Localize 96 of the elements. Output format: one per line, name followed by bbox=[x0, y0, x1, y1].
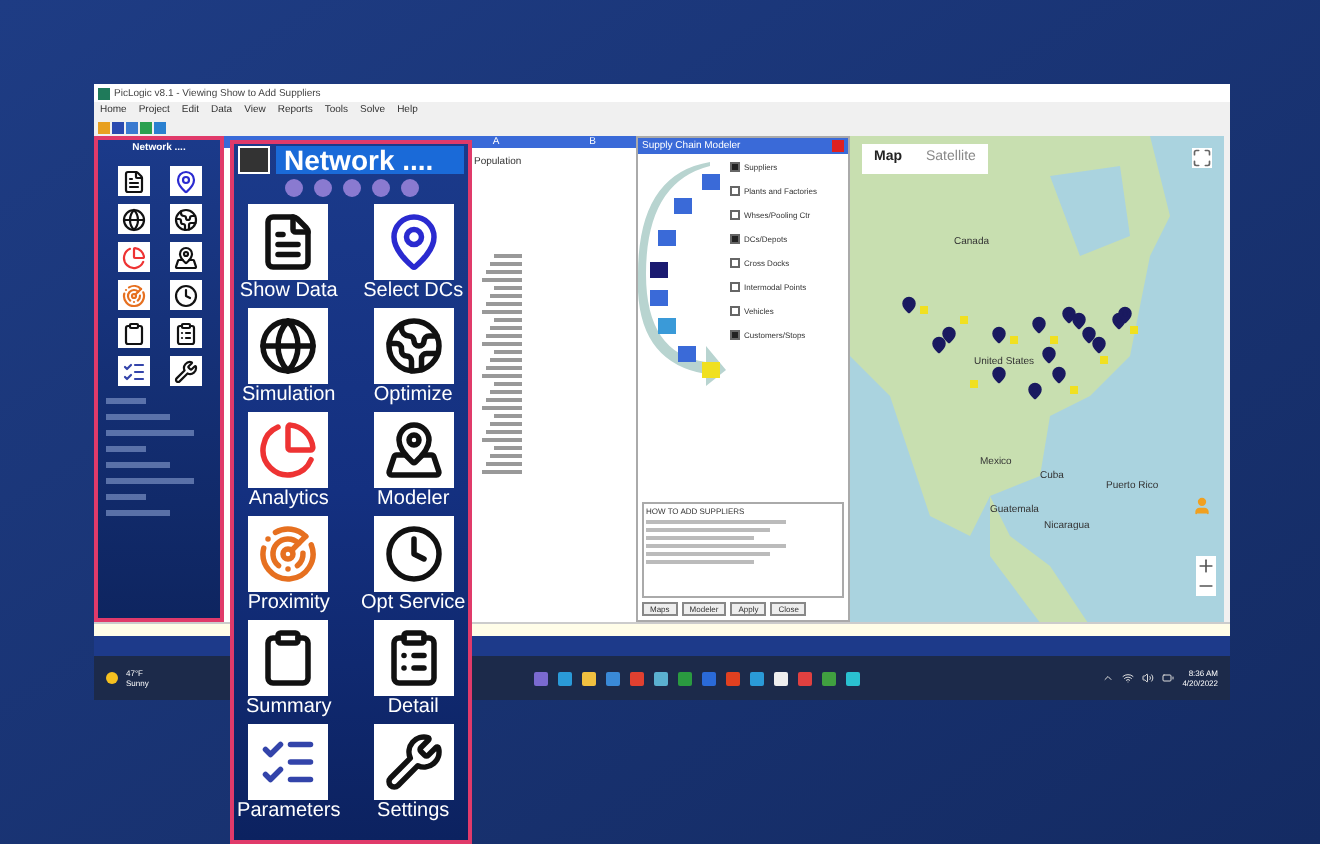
tile-label[interactable]: Select DCs bbox=[363, 280, 464, 304]
customer-marker bbox=[960, 316, 968, 324]
location-pin-icon[interactable] bbox=[1040, 346, 1058, 364]
layer-checkbox[interactable] bbox=[730, 234, 740, 244]
tile-label[interactable]: Analytics bbox=[248, 488, 329, 512]
layer-checkbox[interactable] bbox=[730, 330, 740, 340]
tile-button[interactable] bbox=[169, 166, 201, 196]
globe-icon bbox=[121, 207, 145, 231]
tile-label[interactable]: Modeler bbox=[377, 488, 450, 512]
tile-button[interactable] bbox=[117, 204, 149, 234]
panel-title: Network .... bbox=[276, 146, 464, 174]
app-logo bbox=[238, 146, 270, 174]
tile-button[interactable] bbox=[248, 620, 329, 696]
radar-icon bbox=[121, 283, 145, 307]
location-pin-icon[interactable] bbox=[1090, 336, 1108, 354]
tile-button[interactable] bbox=[169, 356, 201, 386]
tile-button[interactable] bbox=[248, 724, 329, 800]
customer-marker bbox=[970, 380, 978, 388]
location-pin-icon[interactable] bbox=[1050, 366, 1068, 384]
layer-checkbox[interactable] bbox=[730, 282, 740, 292]
tile-label[interactable]: Simulation bbox=[242, 384, 336, 408]
tile-label[interactable]: Opt Service bbox=[361, 592, 466, 616]
layer-checkbox[interactable] bbox=[730, 162, 740, 172]
location-pin-icon[interactable] bbox=[1080, 326, 1098, 344]
customer-marker bbox=[920, 306, 928, 314]
wifi-icon[interactable] bbox=[1122, 672, 1135, 684]
tile-button[interactable] bbox=[117, 242, 149, 272]
tile-label[interactable]: Settings bbox=[377, 800, 450, 824]
tile-button[interactable] bbox=[373, 516, 454, 592]
wrench-icon bbox=[173, 359, 197, 383]
tile-button[interactable] bbox=[248, 516, 329, 592]
layer-checkbox[interactable] bbox=[730, 306, 740, 316]
battery-icon[interactable] bbox=[1162, 672, 1175, 684]
tile-button[interactable] bbox=[373, 724, 454, 800]
location-pin-icon[interactable] bbox=[940, 326, 958, 344]
tile-button[interactable] bbox=[373, 308, 454, 384]
radar-icon bbox=[258, 524, 319, 584]
location-pin-icon[interactable] bbox=[930, 336, 948, 354]
tile-button[interactable] bbox=[169, 318, 201, 348]
page-dots-drawing bbox=[281, 178, 421, 198]
layer-checkbox[interactable] bbox=[730, 186, 740, 196]
tile-button[interactable] bbox=[169, 280, 201, 310]
tile-button[interactable] bbox=[169, 242, 201, 272]
customer-marker bbox=[1010, 336, 1018, 344]
location-pin-icon[interactable] bbox=[990, 326, 1008, 344]
clipboard-icon bbox=[121, 321, 145, 345]
tile-button[interactable] bbox=[373, 204, 454, 280]
pie-chart-icon bbox=[258, 420, 319, 480]
location-pin-icon[interactable] bbox=[1030, 316, 1048, 334]
map-pins-icon bbox=[173, 245, 197, 269]
sun-icon bbox=[106, 672, 118, 684]
tile-button[interactable] bbox=[117, 356, 149, 386]
tile-label[interactable]: Show Data bbox=[239, 280, 338, 304]
clock-icon bbox=[173, 283, 197, 307]
fullscreen-icon[interactable] bbox=[1192, 148, 1212, 168]
earth-icon bbox=[173, 207, 197, 231]
tile-button[interactable] bbox=[117, 280, 149, 310]
location-pin-icon[interactable] bbox=[990, 366, 1008, 384]
chevron-up-icon[interactable] bbox=[1102, 672, 1115, 684]
layer-checkbox[interactable] bbox=[730, 210, 740, 220]
layer-checkbox[interactable] bbox=[730, 258, 740, 268]
bay-water-shape bbox=[1050, 166, 1130, 256]
app-icon bbox=[98, 87, 110, 99]
customer-marker bbox=[1130, 326, 1138, 334]
volume-icon[interactable] bbox=[1142, 672, 1155, 684]
clipboard-list-icon bbox=[173, 321, 197, 345]
tile-button[interactable] bbox=[117, 318, 149, 348]
tile-label[interactable]: Summary bbox=[245, 696, 332, 720]
customer-marker bbox=[1050, 336, 1058, 344]
zoom-in-icon[interactable] bbox=[1196, 556, 1216, 576]
map-pins-icon bbox=[383, 420, 444, 480]
document-icon bbox=[121, 169, 145, 193]
location-pin-icon[interactable] bbox=[1116, 306, 1134, 324]
tile-label[interactable]: Optimize bbox=[373, 384, 453, 408]
customer-marker bbox=[1070, 386, 1078, 394]
tile-button[interactable] bbox=[169, 204, 201, 234]
clock-icon bbox=[383, 524, 444, 584]
customer-marker bbox=[1100, 356, 1108, 364]
location-pin-icon[interactable] bbox=[1070, 312, 1088, 330]
map-pin-icon bbox=[173, 169, 197, 193]
tile-label[interactable]: Parameters bbox=[237, 800, 341, 824]
tile-button[interactable] bbox=[248, 308, 329, 384]
checklist-icon bbox=[121, 359, 145, 383]
tile-button[interactable] bbox=[248, 204, 329, 280]
pie-chart-icon bbox=[121, 245, 145, 269]
earth-icon bbox=[383, 316, 444, 376]
tile-label[interactable]: Proximity bbox=[247, 592, 330, 616]
tile-button[interactable] bbox=[373, 412, 454, 488]
tile-button[interactable] bbox=[373, 620, 454, 696]
globe-icon bbox=[258, 316, 319, 376]
location-pin-icon[interactable] bbox=[1026, 382, 1044, 400]
wrench-icon bbox=[383, 732, 444, 792]
tile-button[interactable] bbox=[248, 412, 329, 488]
tile-label[interactable]: Detail bbox=[387, 696, 439, 720]
tile-button[interactable] bbox=[117, 166, 149, 196]
location-pin-icon[interactable] bbox=[900, 296, 918, 314]
